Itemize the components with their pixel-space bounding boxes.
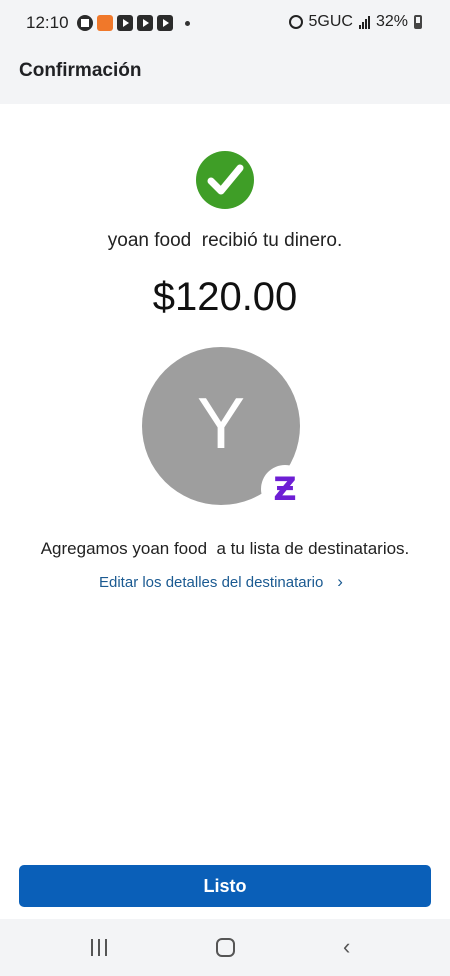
avatar-letter: Y xyxy=(196,384,246,464)
battery-icon xyxy=(414,15,422,29)
youtube-icon xyxy=(156,15,173,31)
status-right: 5GUC 32% xyxy=(288,13,422,31)
amount: $120.00 xyxy=(152,275,298,319)
received-message: yoan food recibió tu dinero. xyxy=(107,230,343,251)
zelle-icon: Ƶ xyxy=(273,470,297,508)
youtube-icon xyxy=(116,15,133,31)
battery-percent: 32% xyxy=(375,13,408,30)
youtube-icon xyxy=(136,15,153,31)
system-nav-bar: ‹ xyxy=(0,919,450,976)
status-left: 12:10 xyxy=(26,13,190,33)
app-header: Confirmación xyxy=(0,48,450,104)
done-button[interactable]: Listo xyxy=(19,865,431,907)
added-recipient-message: Agregamos yoan food a tu lista de destin… xyxy=(40,539,410,558)
page-title: Confirmación xyxy=(19,60,142,81)
chevron-right-icon: › xyxy=(337,572,343,591)
status-time: 12:10 xyxy=(26,13,69,32)
home-icon[interactable] xyxy=(216,938,235,957)
bank-app-icon xyxy=(96,15,113,31)
edit-recipient-link[interactable]: Editar los detalles del destinatario › xyxy=(99,572,343,592)
alarm-icon xyxy=(288,15,303,29)
edit-recipient-link-label: Editar los detalles del destinatario xyxy=(99,573,324,591)
network-type: 5GUC xyxy=(308,13,353,30)
chase-icon xyxy=(76,15,93,31)
recents-icon[interactable] xyxy=(91,939,107,956)
back-icon[interactable]: ‹ xyxy=(343,934,350,960)
more-notifications-dot-icon xyxy=(184,20,190,26)
status-bar: 12:10 5GUC 32% xyxy=(0,0,450,48)
zelle-badge: Ƶ xyxy=(261,465,309,513)
check-circle-icon xyxy=(196,151,254,209)
signal-icon xyxy=(358,15,370,29)
